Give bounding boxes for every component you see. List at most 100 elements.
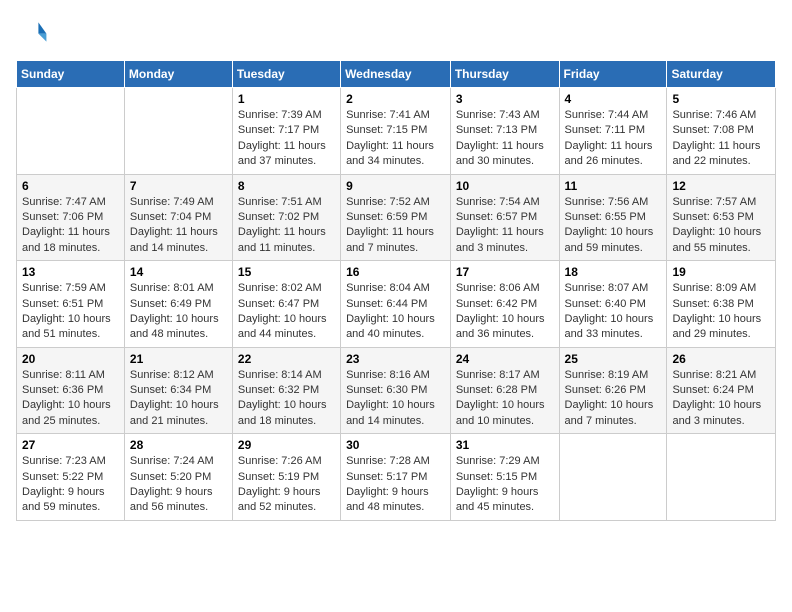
week-row-4: 20Sunrise: 8:11 AMSunset: 6:36 PMDayligh… — [17, 347, 776, 434]
weekday-header-row: SundayMondayTuesdayWednesdayThursdayFrid… — [17, 61, 776, 88]
page-header — [16, 16, 776, 48]
day-number: 10 — [456, 179, 554, 193]
day-info: Sunrise: 7:43 AMSunset: 7:13 PMDaylight:… — [456, 108, 554, 170]
day-info: Sunrise: 7:39 AMSunset: 7:17 PMDaylight:… — [238, 108, 335, 170]
day-info: Sunrise: 7:49 AMSunset: 7:04 PMDaylight:… — [130, 195, 227, 257]
day-number: 28 — [130, 438, 227, 452]
logo-icon — [16, 16, 48, 48]
day-info: Sunrise: 8:19 AMSunset: 6:26 PMDaylight:… — [565, 368, 662, 430]
calendar-cell: 8 Sunrise: 7:51 AMSunset: 7:02 PMDaylight… — [232, 174, 340, 261]
day-number: 26 — [672, 352, 770, 366]
calendar-cell: 10 Sunrise: 7:54 AMSunset: 6:57 PMDayligh… — [450, 174, 559, 261]
day-info: Sunrise: 7:28 AMSunset: 5:17 PMDaylight:… — [346, 454, 445, 516]
day-info: Sunrise: 7:44 AMSunset: 7:11 PMDaylight:… — [565, 108, 662, 170]
day-number: 24 — [456, 352, 554, 366]
calendar-cell: 17 Sunrise: 8:06 AMSunset: 6:42 PMDayligh… — [450, 261, 559, 348]
day-info: Sunrise: 8:06 AMSunset: 6:42 PMDaylight:… — [456, 281, 554, 343]
week-row-2: 6 Sunrise: 7:47 AMSunset: 7:06 PMDaylight… — [17, 174, 776, 261]
day-number: 7 — [130, 179, 227, 193]
calendar-cell: 15Sunrise: 8:02 AMSunset: 6:47 PMDayligh… — [232, 261, 340, 348]
day-number: 5 — [672, 92, 770, 106]
day-info: Sunrise: 7:54 AMSunset: 6:57 PMDaylight:… — [456, 195, 554, 257]
day-number: 30 — [346, 438, 445, 452]
day-number: 31 — [456, 438, 554, 452]
day-number: 14 — [130, 265, 227, 279]
calendar-table: SundayMondayTuesdayWednesdayThursdayFrid… — [16, 60, 776, 521]
week-row-1: 1 Sunrise: 7:39 AMSunset: 7:17 PMDaylight… — [17, 88, 776, 175]
calendar-cell: 24Sunrise: 8:17 AMSunset: 6:28 PMDayligh… — [450, 347, 559, 434]
day-number: 15 — [238, 265, 335, 279]
day-number: 1 — [238, 92, 335, 106]
day-info: Sunrise: 8:09 AMSunset: 6:38 PMDaylight:… — [672, 281, 770, 343]
calendar-cell: 27 Sunrise: 7:23 AMSunset: 5:22 PMDayligh… — [17, 434, 125, 521]
calendar-cell: 30 Sunrise: 7:28 AMSunset: 5:17 PMDayligh… — [341, 434, 451, 521]
day-number: 27 — [22, 438, 119, 452]
calendar-cell: 1 Sunrise: 7:39 AMSunset: 7:17 PMDaylight… — [232, 88, 340, 175]
calendar-cell: 28 Sunrise: 7:24 AMSunset: 5:20 PMDayligh… — [124, 434, 232, 521]
day-number: 18 — [565, 265, 662, 279]
calendar-cell — [559, 434, 667, 521]
logo — [16, 16, 52, 48]
day-info: Sunrise: 7:56 AMSunset: 6:55 PMDaylight:… — [565, 195, 662, 257]
day-number: 19 — [672, 265, 770, 279]
calendar-cell: 26 Sunrise: 8:21 AMSunset: 6:24 PMDayligh… — [667, 347, 776, 434]
day-info: Sunrise: 7:23 AMSunset: 5:22 PMDaylight:… — [22, 454, 119, 516]
calendar-cell: 23Sunrise: 8:16 AMSunset: 6:30 PMDayligh… — [341, 347, 451, 434]
weekday-header-wednesday: Wednesday — [341, 61, 451, 88]
calendar-cell: 31Sunrise: 7:29 AMSunset: 5:15 PMDayligh… — [450, 434, 559, 521]
day-number: 9 — [346, 179, 445, 193]
day-info: Sunrise: 7:24 AMSunset: 5:20 PMDaylight:… — [130, 454, 227, 516]
calendar-cell: 5 Sunrise: 7:46 AMSunset: 7:08 PMDaylight… — [667, 88, 776, 175]
day-info: Sunrise: 8:04 AMSunset: 6:44 PMDaylight:… — [346, 281, 445, 343]
calendar-cell — [124, 88, 232, 175]
calendar-cell: 20Sunrise: 8:11 AMSunset: 6:36 PMDayligh… — [17, 347, 125, 434]
week-row-3: 13 Sunrise: 7:59 AMSunset: 6:51 PMDayligh… — [17, 261, 776, 348]
day-number: 22 — [238, 352, 335, 366]
day-info: Sunrise: 7:46 AMSunset: 7:08 PMDaylight:… — [672, 108, 770, 170]
day-number: 16 — [346, 265, 445, 279]
day-info: Sunrise: 8:21 AMSunset: 6:24 PMDaylight:… — [672, 368, 770, 430]
calendar-cell — [667, 434, 776, 521]
calendar-cell — [17, 88, 125, 175]
calendar-cell: 4 Sunrise: 7:44 AMSunset: 7:11 PMDaylight… — [559, 88, 667, 175]
calendar-cell: 22 Sunrise: 8:14 AMSunset: 6:32 PMDayligh… — [232, 347, 340, 434]
day-info: Sunrise: 7:51 AMSunset: 7:02 PMDaylight:… — [238, 195, 335, 257]
day-number: 17 — [456, 265, 554, 279]
calendar-cell: 14 Sunrise: 8:01 AMSunset: 6:49 PMDayligh… — [124, 261, 232, 348]
day-info: Sunrise: 8:11 AMSunset: 6:36 PMDaylight:… — [22, 368, 119, 430]
weekday-header-saturday: Saturday — [667, 61, 776, 88]
calendar-cell: 21 Sunrise: 8:12 AMSunset: 6:34 PMDayligh… — [124, 347, 232, 434]
calendar-cell: 3 Sunrise: 7:43 AMSunset: 7:13 PMDaylight… — [450, 88, 559, 175]
day-number: 13 — [22, 265, 119, 279]
day-info: Sunrise: 8:14 AMSunset: 6:32 PMDaylight:… — [238, 368, 335, 430]
calendar-cell: 11Sunrise: 7:56 AMSunset: 6:55 PMDayligh… — [559, 174, 667, 261]
day-number: 3 — [456, 92, 554, 106]
day-info: Sunrise: 8:12 AMSunset: 6:34 PMDaylight:… — [130, 368, 227, 430]
day-info: Sunrise: 8:01 AMSunset: 6:49 PMDaylight:… — [130, 281, 227, 343]
calendar-cell: 25Sunrise: 8:19 AMSunset: 6:26 PMDayligh… — [559, 347, 667, 434]
weekday-header-friday: Friday — [559, 61, 667, 88]
calendar-cell: 6 Sunrise: 7:47 AMSunset: 7:06 PMDaylight… — [17, 174, 125, 261]
calendar-cell: 7 Sunrise: 7:49 AMSunset: 7:04 PMDaylight… — [124, 174, 232, 261]
weekday-header-sunday: Sunday — [17, 61, 125, 88]
day-number: 6 — [22, 179, 119, 193]
day-info: Sunrise: 7:57 AMSunset: 6:53 PMDaylight:… — [672, 195, 770, 257]
calendar-cell: 29 Sunrise: 7:26 AMSunset: 5:19 PMDayligh… — [232, 434, 340, 521]
day-number: 29 — [238, 438, 335, 452]
calendar-cell: 2Sunrise: 7:41 AMSunset: 7:15 PMDaylight… — [341, 88, 451, 175]
day-info: Sunrise: 7:52 AMSunset: 6:59 PMDaylight:… — [346, 195, 445, 257]
day-info: Sunrise: 7:47 AMSunset: 7:06 PMDaylight:… — [22, 195, 119, 257]
calendar-cell: 18Sunrise: 8:07 AMSunset: 6:40 PMDayligh… — [559, 261, 667, 348]
day-number: 4 — [565, 92, 662, 106]
weekday-header-tuesday: Tuesday — [232, 61, 340, 88]
day-info: Sunrise: 7:41 AMSunset: 7:15 PMDaylight:… — [346, 108, 445, 170]
calendar-cell: 9 Sunrise: 7:52 AMSunset: 6:59 PMDaylight… — [341, 174, 451, 261]
day-info: Sunrise: 7:26 AMSunset: 5:19 PMDaylight:… — [238, 454, 335, 516]
day-number: 21 — [130, 352, 227, 366]
week-row-5: 27 Sunrise: 7:23 AMSunset: 5:22 PMDayligh… — [17, 434, 776, 521]
weekday-header-thursday: Thursday — [450, 61, 559, 88]
day-number: 12 — [672, 179, 770, 193]
day-number: 8 — [238, 179, 335, 193]
day-number: 23 — [346, 352, 445, 366]
day-info: Sunrise: 7:59 AMSunset: 6:51 PMDaylight:… — [22, 281, 119, 343]
